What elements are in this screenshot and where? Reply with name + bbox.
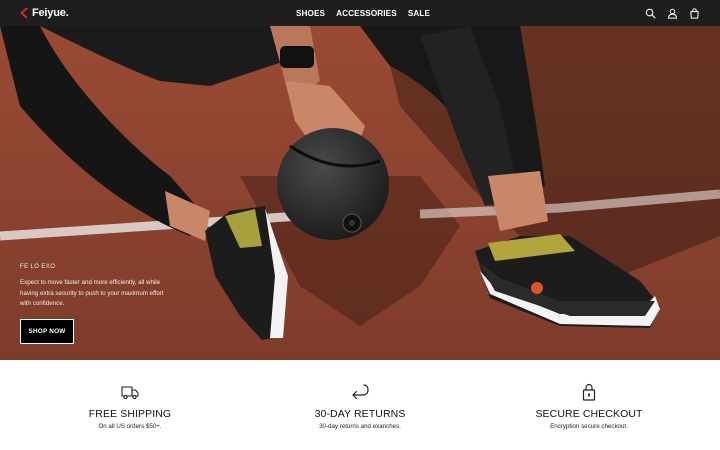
feature-subtitle: 30-day returns and exanches. <box>319 423 401 430</box>
return-arrow-icon <box>350 382 370 402</box>
logo-mark-icon <box>20 8 28 18</box>
search-icon[interactable] <box>645 8 656 19</box>
hero-content: FE LO EXO Expect to move faster and more… <box>20 264 170 344</box>
feature-subtitle: On all US orders $50+. <box>98 423 162 430</box>
hero-description: Expect to move faster and more efficient… <box>20 279 164 307</box>
feature-title: SECURE CHECKOUT <box>535 408 643 420</box>
main-nav: SHOES ACCESSORIES SALE <box>0 0 720 26</box>
account-icon[interactable] <box>667 8 678 19</box>
nav-item-sale[interactable]: SALE <box>408 9 430 18</box>
cart-icon[interactable] <box>689 7 700 19</box>
logo-text: Feiyue. <box>32 7 69 19</box>
site-header: Feiyue. SHOES ACCESSORIES SALE <box>0 0 720 26</box>
truck-icon <box>120 382 140 402</box>
nav-item-accessories[interactable]: ACCESSORIES <box>336 9 397 18</box>
hero-banner: FE LO EXO Expect to move faster and more… <box>0 26 720 360</box>
hero-kicker: FE LO EXO <box>20 264 56 270</box>
lock-icon <box>579 382 599 402</box>
feature-subtitle: Encryption secure checkout. <box>550 423 628 430</box>
feature-title: FREE SHIPPING <box>88 408 172 420</box>
logo[interactable]: Feiyue. <box>20 0 69 26</box>
features-bar: FREE SHIPPING On all US orders $50+. 30-… <box>0 360 720 450</box>
nav-item-shoes[interactable]: SHOES <box>296 9 325 18</box>
feature-title: 30-DAY RETURNS <box>314 408 406 420</box>
feature-secure-checkout: SECURE CHECKOUT Encryption secure checko… <box>489 382 689 430</box>
feature-returns: 30-DAY RETURNS 30-day returns and exanch… <box>260 382 460 430</box>
shop-now-button[interactable]: SHOP NOW <box>20 318 74 344</box>
header-actions <box>645 0 700 26</box>
feature-free-shipping: FREE SHIPPING On all US orders $50+. <box>30 382 230 430</box>
